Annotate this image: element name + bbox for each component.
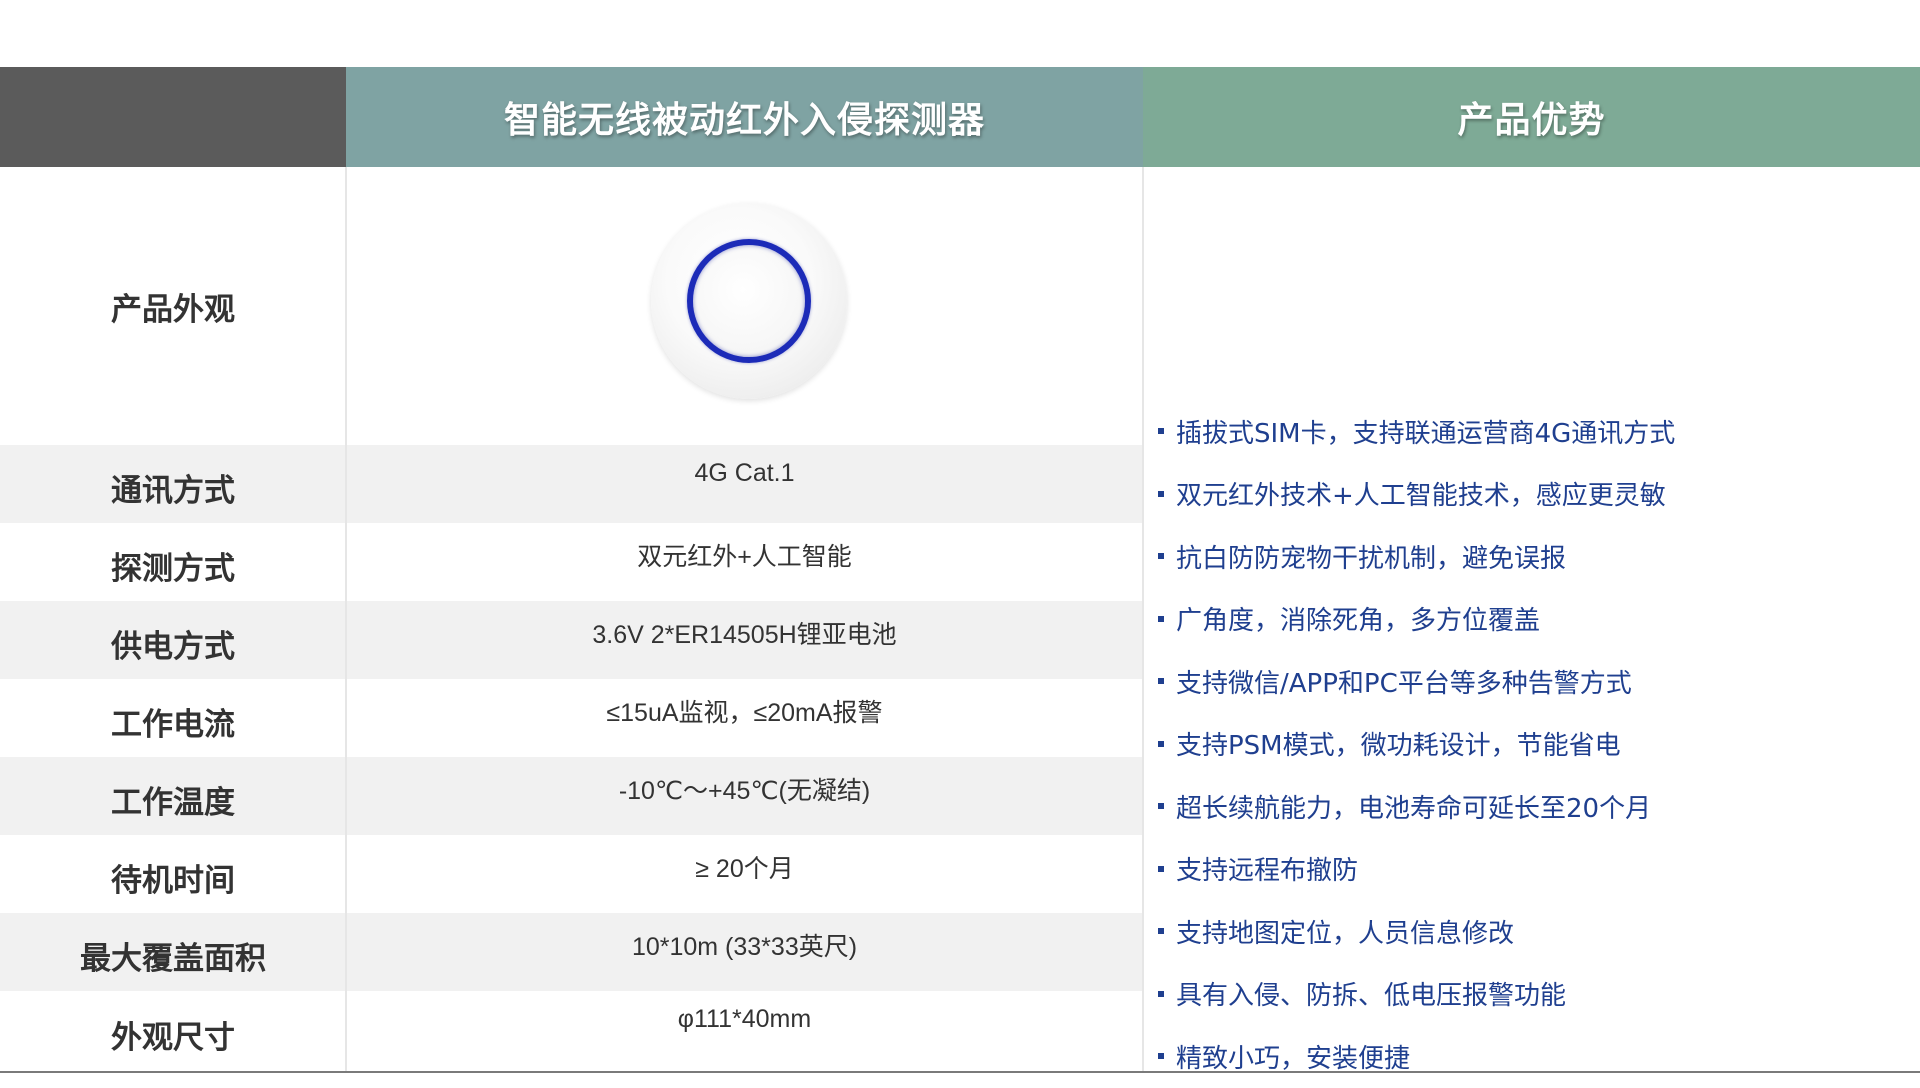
advantage-text: 超长续航能力，电池寿命可延长至20个月 [1176,793,1652,824]
spec-label: 探测方式 [111,550,235,587]
bullet-icon [1158,553,1164,560]
spec-value: 3.6V 2*ER14505H锂亚电池 [592,621,897,649]
spec-value: φ111*40mm [677,1005,812,1033]
spec-label: 待机时间 [111,862,235,899]
spec-label: 外观尺寸 [111,1019,235,1056]
spec-label: 供电方式 [111,628,235,665]
bullet-icon [1158,990,1164,997]
bullet-icon [1158,865,1164,872]
spec-value: ≤15uA监视，≤20mA报警 [606,699,883,727]
bullet-icon [1158,615,1164,622]
header-blank-cell [0,67,346,167]
table-header: 智能无线被动红外入侵探测器 产品优势 [0,67,1920,167]
product-title: 智能无线被动红外入侵探测器 [503,100,985,141]
bullet-icon [1158,678,1164,685]
advantages-list: 插拔式SIM卡，支持联通运营商4G通讯方式 双元红外技术+人工智能技术，感应更灵… [1158,400,1908,1088]
advantage-item: 双元红外技术+人工智能技术，感应更灵敏 [1158,463,1908,526]
advantage-item: 超长续航能力，电池寿命可延长至20个月 [1158,775,1908,838]
spec-row: 通讯方式 4G Cat.1 [0,445,1143,523]
advantage-item: 抗白防防宠物干扰机制，避免误报 [1158,525,1908,588]
advantage-text: 抗白防防宠物干扰机制，避免误报 [1176,543,1567,574]
spec-value: 4G Cat.1 [694,459,795,487]
header-advantages-cell: 产品优势 [1143,67,1920,167]
advantage-item: 广角度，消除死角，多方位覆盖 [1158,588,1908,651]
advantage-text: 支持远程布撤防 [1176,856,1359,887]
bullet-icon [1158,428,1164,435]
advantage-text: 支持微信/APP和PC平台等多种告警方式 [1176,668,1632,699]
spec-row: 工作电流 ≤15uA监视，≤20mA报警 [0,679,1143,757]
bullet-icon [1158,928,1164,935]
spec-label: 工作电流 [111,706,235,743]
spec-value: 双元红外+人工智能 [637,543,852,571]
bullet-icon [1158,740,1164,747]
column-divider [345,167,347,1071]
advantage-text: 广角度，消除死角，多方位覆盖 [1176,606,1541,637]
advantage-item: 具有入侵、防拆、低电压报警功能 [1158,963,1908,1026]
spec-row: 探测方式 双元红外+人工智能 [0,523,1143,601]
advantage-item: 插拔式SIM卡，支持联通运营商4G通讯方式 [1158,400,1908,463]
bullet-icon [1158,490,1164,497]
spec-row: 最大覆盖面积 10*10m (33*33英尺) [0,913,1143,991]
advantage-text: 具有入侵、防拆、低电压报警功能 [1176,981,1567,1012]
advantage-item: 支持远程布撤防 [1158,838,1908,901]
advantage-item: 精致小巧，安装便捷 [1158,1025,1908,1088]
advantage-text: 双元红外技术+人工智能技术，感应更灵敏 [1176,481,1666,512]
spec-value: 10*10m (33*33英尺) [631,933,858,961]
detector-product-image [651,203,847,399]
advantage-text: 插拔式SIM卡，支持联通运营商4G通讯方式 [1176,418,1676,449]
column-divider [1142,167,1144,1071]
spec-label: 工作温度 [111,784,235,821]
advantage-item: 支持微信/APP和PC平台等多种告警方式 [1158,650,1908,713]
spec-row: 外观尺寸 φ111*40mm [0,991,1143,1071]
advantage-text: 支持地图定位，人员信息修改 [1176,918,1515,949]
spec-row: 待机时间 ≥ 20个月 [0,835,1143,913]
header-product-cell: 智能无线被动红外入侵探测器 [346,67,1143,167]
advantages-title: 产品优势 [1457,100,1606,141]
bullet-icon [1158,803,1164,810]
spec-label: 通讯方式 [111,472,235,509]
advantage-text: 精致小巧，安装便捷 [1176,1043,1411,1074]
table-bottom-border [0,1071,1920,1073]
spec-value: ≥ 20个月 [695,855,794,883]
appearance-label: 产品外观 [111,291,235,328]
advantage-text: 支持PSM模式，微功耗设计，节能省电 [1176,731,1621,762]
advantage-item: 支持地图定位，人员信息修改 [1158,900,1908,963]
bullet-icon [1158,1053,1164,1060]
spec-value: -10℃～+45℃(无凝结) [618,777,871,805]
spec-row: 供电方式 3.6V 2*ER14505H锂亚电池 [0,601,1143,679]
spec-label: 最大覆盖面积 [80,940,266,977]
advantage-item: 支持PSM模式，微功耗设计，节能省电 [1158,713,1908,776]
spec-row: 工作温度 -10℃～+45℃(无凝结) [0,757,1143,835]
detector-indicator-ring [687,239,811,363]
